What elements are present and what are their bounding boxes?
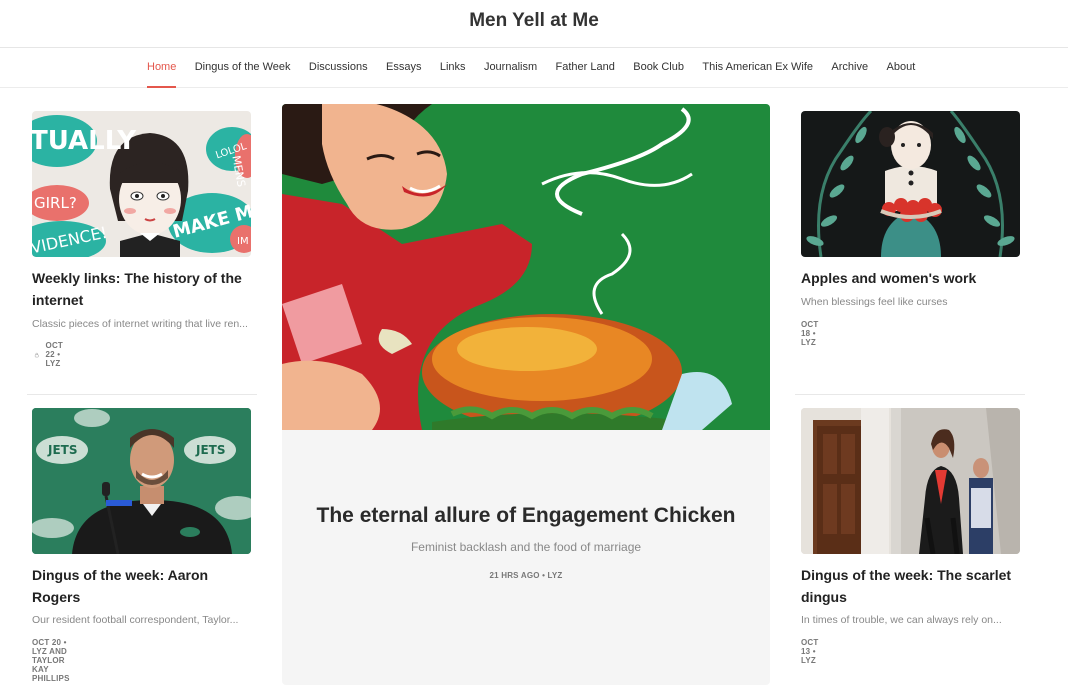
thumb-word: TUALLY	[32, 126, 137, 156]
nav-item-discussions[interactable]: Discussions	[309, 61, 368, 73]
post-title[interactable]: Weekly links: The history of the interne…	[32, 267, 257, 311]
nav-item-dingus-of-the-week[interactable]: Dingus of the Week	[195, 61, 291, 73]
post-thumbnail-speech-bubbles[interactable]: TUALLY LOLOL MENS GIRL? MAKE ME VIDENCE!…	[32, 111, 251, 257]
nav-list: Home Dingus of the Week Discussions Essa…	[147, 61, 934, 88]
nav-item-journalism[interactable]: Journalism	[484, 61, 537, 73]
post-thumbnail-press-conference[interactable]: JETS JETS	[32, 408, 251, 554]
post-subtitle: Classic pieces of internet writing that …	[32, 318, 248, 330]
featured-post-meta: 21 HRS AGO • LYZ	[489, 571, 563, 580]
thumb-word: GIRL?	[34, 194, 77, 212]
post-subtitle: Our resident football correspondent, Tay…	[32, 614, 239, 626]
thumb-word: IM	[237, 236, 249, 247]
nav-item-book-club[interactable]: Book Club	[633, 61, 684, 73]
post-meta-text: OCT 20 • LYZ AND TAYLOR KAY PHILLIPS	[32, 638, 70, 683]
post-title[interactable]: Dingus of the week: Aaron Rogers	[32, 564, 257, 608]
site-header: Men Yell at Me	[0, 0, 1068, 48]
post-meta: OCT 18 • LYZ	[801, 320, 819, 347]
post-meta-text: OCT 18 • LYZ	[801, 320, 819, 347]
post-meta: OCT 20 • LYZ AND TAYLOR KAY PHILLIPS	[32, 638, 70, 683]
svg-text:JETS: JETS	[47, 443, 78, 457]
nav-item-links[interactable]: Links	[440, 61, 466, 73]
featured-post-image[interactable]	[282, 104, 770, 430]
site-title[interactable]: Men Yell at Me	[0, 10, 1068, 32]
featured-post-card[interactable]: The eternal allure of Engagement Chicken…	[282, 104, 770, 685]
post-thumbnail-hallway-photo[interactable]	[801, 408, 1020, 554]
post-subtitle: In times of trouble, we can always rely …	[801, 614, 1002, 626]
lock-icon	[34, 352, 39, 357]
post-subtitle: When blessings feel like curses	[801, 296, 948, 308]
featured-post-title[interactable]: The eternal allure of Engagement Chicken	[282, 504, 770, 528]
post-title[interactable]: Apples and women's work	[801, 267, 1026, 289]
nav-item-about[interactable]: About	[887, 61, 916, 73]
nav-item-archive[interactable]: Archive	[831, 61, 868, 73]
right-column-divider	[795, 394, 1025, 395]
post-meta: OCT 22 • LYZ	[34, 341, 70, 368]
post-meta: OCT 13 • LYZ	[801, 638, 819, 665]
post-meta-text: OCT 13 • LYZ	[801, 638, 819, 665]
left-column-divider	[27, 394, 257, 395]
main-nav: Home Dingus of the Week Discussions Essa…	[0, 48, 1068, 88]
svg-text:JETS: JETS	[195, 443, 226, 457]
nav-item-father-land[interactable]: Father Land	[556, 61, 615, 73]
post-thumbnail-woman-with-apples[interactable]	[801, 111, 1020, 257]
post-title[interactable]: Dingus of the week: The scarlet dingus	[801, 564, 1026, 608]
featured-post-subtitle: Feminist backlash and the food of marria…	[410, 540, 642, 554]
nav-item-essays[interactable]: Essays	[386, 61, 421, 73]
nav-item-this-american-ex-wife[interactable]: This American Ex Wife	[702, 61, 813, 73]
post-meta-text: OCT 22 • LYZ	[45, 341, 64, 368]
nav-item-home[interactable]: Home	[147, 61, 177, 88]
